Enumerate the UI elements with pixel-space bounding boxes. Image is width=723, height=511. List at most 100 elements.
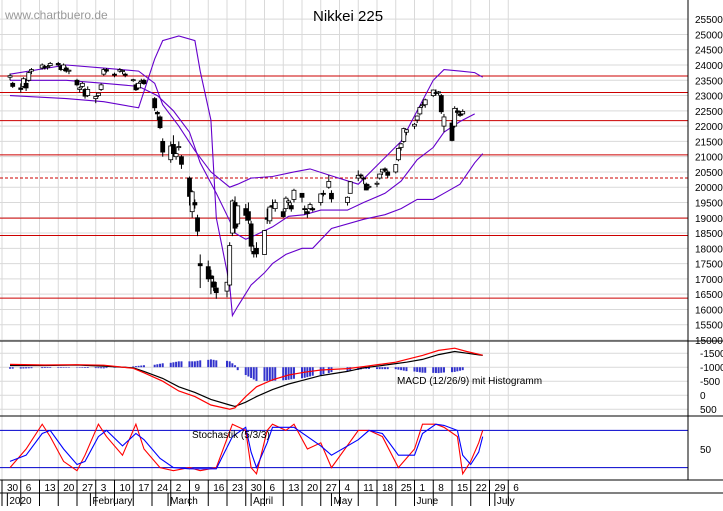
macd-tick-label: -1000 [700, 363, 723, 374]
day-label: 20 [307, 483, 319, 494]
candle-body [396, 148, 401, 161]
candle-body [417, 107, 423, 115]
candle-body [195, 217, 200, 232]
candle-body [358, 174, 364, 177]
candle-body [179, 156, 184, 165]
day-label: 13 [45, 483, 57, 494]
day-label: 13 [288, 483, 300, 494]
watermark: www.chartbuero.de [4, 8, 108, 22]
price-tick-label: 18500 [695, 229, 723, 240]
day-label: 30 [251, 483, 263, 494]
candle-body [347, 181, 353, 194]
candle-body [66, 69, 72, 72]
price-tick-label: 22000 [695, 122, 723, 133]
candle-body [120, 70, 125, 72]
price-tick-label: 15500 [695, 321, 723, 332]
day-label: 24 [157, 483, 169, 494]
day-label: 9 [195, 483, 201, 494]
candle-body [189, 191, 195, 213]
candle-body [321, 192, 326, 195]
candle-body [55, 63, 61, 66]
month-label: June [417, 496, 439, 506]
macd-tick-label: 500 [700, 405, 717, 416]
price-tick-label: 21500 [695, 137, 723, 148]
price-tick-label: 21000 [695, 153, 723, 164]
price-tick-label: 19000 [695, 214, 723, 225]
day-label: 6 [26, 483, 32, 494]
price-tick-label: 20000 [695, 183, 723, 194]
price-tick-label: 18000 [695, 244, 723, 255]
candle-body [45, 66, 50, 68]
candle-body [47, 63, 53, 67]
day-label: 2 [176, 483, 182, 494]
price-tick-label: 16500 [695, 290, 723, 301]
candle-body [318, 193, 324, 203]
candle-body [382, 168, 388, 171]
day-label: 1 [420, 483, 426, 494]
candle-body [436, 91, 442, 94]
macd-tick-label: 0 [700, 391, 706, 402]
candle-body [176, 146, 182, 148]
candle-body [248, 223, 254, 247]
candle-body [235, 205, 241, 225]
candle-body [112, 73, 117, 76]
candle-body [329, 192, 334, 200]
day-label: 11 [363, 483, 374, 494]
candle-body [366, 185, 372, 188]
macd-title: MACD (12/26/9) mit Histogramm [397, 376, 542, 387]
candle-body [23, 82, 29, 89]
day-label: 6 [270, 483, 276, 494]
candle-body [173, 153, 179, 158]
day-label: 20 [63, 483, 75, 494]
price-tick-label: 25500 [695, 15, 723, 26]
candle-body [93, 96, 99, 100]
day-label: 8 [438, 483, 444, 494]
price-tick-label: 17000 [695, 275, 723, 286]
day-label: 4 [345, 483, 351, 494]
day-label: 17 [138, 483, 150, 494]
candle-body [254, 247, 259, 255]
candle-body [29, 69, 34, 72]
candle-body [438, 95, 444, 113]
candle-body [104, 69, 109, 72]
candle-body [152, 98, 158, 109]
day-label: 27 [82, 483, 94, 494]
candle-body [157, 116, 163, 129]
day-label: 10 [120, 483, 132, 494]
chart-root: 500 0 -500 -1000 -1500 50 15000 15500 16000 165… [0, 0, 723, 507]
candle-body [460, 111, 466, 115]
candle-body [304, 211, 310, 214]
month-label: July [497, 496, 515, 506]
macd-tick-label: -500 [700, 377, 720, 388]
candle-body [374, 182, 380, 185]
price-tick-label: 23000 [695, 92, 723, 103]
month-label: April [253, 496, 273, 506]
candle-body [246, 211, 251, 221]
candle-body [79, 82, 85, 87]
candle-body [18, 87, 24, 90]
day-label: 15 [457, 483, 469, 494]
candle-body [208, 275, 214, 279]
stochastic-title: Stochastik (5/3/3) [192, 430, 270, 441]
candle-body [404, 129, 409, 133]
candle-body [211, 281, 217, 288]
candle-body [136, 82, 142, 89]
candle-body [307, 204, 313, 210]
chart-svg: 500 0 -500 -1000 -1500 50 15000 15500 16000 165… [0, 0, 723, 507]
day-label: 16 [213, 483, 225, 494]
candle-body [26, 72, 32, 81]
day-label: 23 [232, 483, 244, 494]
candle-body [412, 123, 417, 127]
candle-body [122, 73, 128, 76]
day-label: 30 [7, 483, 19, 494]
candle-body [377, 173, 383, 179]
price-tick-label: 20500 [695, 168, 723, 179]
candle-body [7, 75, 13, 78]
price-tick-label: 19500 [695, 199, 723, 210]
candle-body [10, 82, 16, 87]
candle-body [283, 197, 289, 210]
candle-body [213, 287, 219, 294]
candle-body [98, 84, 104, 90]
price-tick-label: 25000 [695, 30, 723, 41]
candle-body [414, 115, 420, 121]
